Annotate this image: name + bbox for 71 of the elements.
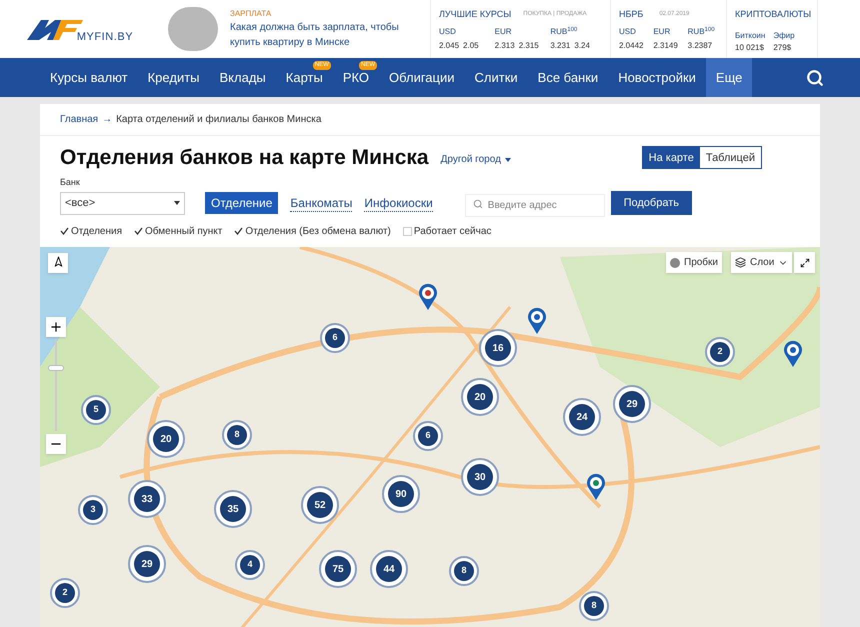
nav-item[interactable]: Все банки [528,70,608,86]
locate-button[interactable] [48,253,68,273]
breadcrumb-link[interactable]: Главная [60,112,98,127]
view-toggle[interactable]: На карте [642,147,700,168]
breadcrumb-arrow: → [102,113,112,127]
map-pin-icon[interactable] [527,307,547,335]
nav-item[interactable]: Новостройки [608,70,706,86]
currency-code: EUR [653,26,672,38]
nbrb-rate: 2.0442 [619,40,644,52]
submit-button[interactable]: Подобрать [610,191,692,215]
expand-icon [800,258,810,268]
type-tab[interactable]: Отделение [205,192,278,214]
page-title: Отделения банков на карте Минска [60,145,429,171]
buy-rate: 2.045 [439,40,460,52]
coin-price: 279$ [773,42,792,54]
breadcrumb-current: Карта отделений и филиалы банков Минска [116,113,322,127]
news-category: ЗАРПЛАТА [230,8,272,20]
currency-code: RUB$^{100}$ [550,26,578,38]
buy-rate: 2.313 [494,40,515,52]
search-icon [472,198,483,208]
type-tab[interactable]: Банкоматы [290,194,352,212]
logo-text[interactable]: MYFIN.BY [76,28,134,46]
sell-rate: 2.05 [463,40,479,52]
city-link[interactable]: Другой город [440,152,511,168]
nbrb-rate: 3.2387 [688,40,714,52]
currency-code: RUB$^{100}$ [688,26,716,38]
coins-photo-placeholder [168,7,218,51]
zoom-out-button[interactable] [46,434,66,454]
rates-title: ЛУЧШИЕ КУРСЫ [439,8,512,21]
fullscreen-button[interactable] [794,252,815,273]
caret-icon [174,201,180,205]
currency-code: USD [619,26,637,38]
filter-checkbox[interactable]: Отделения (Без обмена валют) [234,224,391,238]
map-pin-icon[interactable] [586,473,606,501]
plus-icon [49,320,63,334]
layers-button[interactable]: Слои [731,252,792,273]
traffic-button[interactable]: Пробки [666,252,722,273]
nav-item[interactable]: Облигации [379,70,465,86]
nbrb-rate: 2.3149 [653,40,679,52]
currency-code: USD [439,26,457,38]
zoom-in-button[interactable] [46,317,66,337]
search-icon[interactable] [806,68,824,86]
type-tab[interactable]: Инфокиоски [364,194,433,212]
map-pin-icon[interactable] [783,340,803,368]
news-link[interactable]: Какая должна быть зарплата, чтобы купить квартиру в Минске [230,20,430,50]
nav-item[interactable]: Слитки [464,70,528,86]
filter-checkbox[interactable]: Отделения [60,224,122,238]
coin-name: Биткоин [735,30,766,42]
bank-select[interactable]: <все> [60,192,185,214]
filter-checkbox[interactable]: Работает сейчас [402,224,492,238]
map-pin-icon[interactable] [418,283,438,311]
nav-item[interactable]: Курсы валют [40,70,138,86]
layers-icon [735,257,746,268]
currency-code: EUR [494,26,513,38]
nbrb-title: НБРБ [619,8,644,21]
address-field[interactable]: Введите адрес [464,194,605,216]
nav-item[interactable]: Вклады [210,70,276,86]
traffic-icon [670,258,680,268]
sell-rate: 3.24 [574,40,590,52]
coin-name: Эфир [773,30,795,42]
caret-icon [504,158,511,162]
buy-rate: 3.231 [550,40,570,52]
sell-rate: 2.315 [518,40,539,52]
nav-item[interactable]: РКО [332,70,380,86]
nav-item[interactable]: Еще [706,58,752,97]
crypto-title: КРИПТОВАЛЮТЫ [735,8,809,21]
nav-item[interactable]: Карты [276,70,333,86]
nav-item[interactable]: Кредиты [138,70,210,86]
filter-checkbox[interactable]: Обменный пункт [134,224,222,238]
bank-label: Банк [59,176,81,188]
coin-price: 10 021$ [735,42,765,54]
